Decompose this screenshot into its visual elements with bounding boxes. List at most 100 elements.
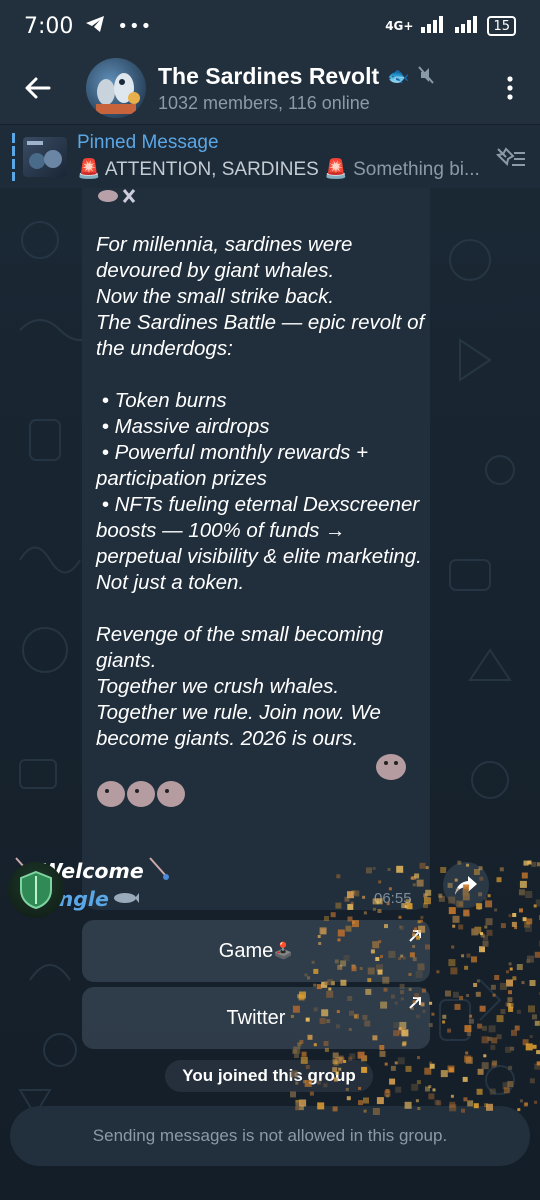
dissolve-pixel [508,962,512,966]
dissolve-pixel [479,1005,486,1012]
dissolve-pixel [320,929,326,935]
dissolve-pixel [500,923,506,929]
dissolve-pixel [375,957,380,961]
dissolve-pixel [319,1018,326,1024]
dissolve-pixel [385,1089,390,1093]
dissolve-pixel [423,893,428,898]
dissolve-pixel [526,918,533,925]
dissolve-pixel [415,1099,419,1103]
dissolve-pixel [399,1021,407,1029]
dissolve-pixel [364,1020,371,1027]
dissolve-pixel [473,1103,479,1109]
dissolve-pixel [525,891,533,898]
dissolve-pixel [466,1032,471,1036]
dissolve-pixel [386,902,390,906]
dissolve-pixel [384,924,388,929]
dissolve-pixel [411,930,415,934]
dissolve-pixel [290,1091,296,1098]
dissolve-pixel [404,1101,412,1109]
dissolve-pixel [522,917,527,922]
dissolve-pixel [516,1009,521,1014]
dissolve-pixel [487,894,491,898]
dissolve-pixel [485,918,493,926]
dissolve-pixel [469,1014,473,1018]
dissolve-pixel [412,883,416,887]
dissolve-pixel [412,933,416,937]
dissolve-pixel [508,990,512,995]
dissolve-pixel [462,889,469,896]
dissolve-pixel [304,1079,312,1087]
dissolve-pixel [507,1002,512,1007]
dissolve-pixel [386,1094,389,1098]
dissolve-pixel [529,1035,533,1038]
dissolve-pixel [477,1023,483,1029]
dissolve-pixel [330,912,336,918]
dissolve-pixel [301,1051,307,1057]
pixel-dissolve-effect [290,860,540,1115]
dissolve-pixel [521,872,528,879]
dissolve-pixel [299,1099,307,1107]
dissolve-pixel [454,878,458,882]
dissolve-pixel [367,967,375,975]
dissolve-pixel [292,1005,300,1013]
dissolve-pixel [378,880,382,884]
dissolve-pixel [388,887,392,891]
dissolve-pixel [390,994,395,999]
dissolve-pixel [390,1065,396,1071]
dissolve-pixel [313,983,317,987]
dissolve-pixel [350,901,354,905]
dissolve-pixel [471,956,477,963]
dissolve-pixel [425,866,429,870]
dissolve-pixel [294,1053,299,1058]
dissolve-pixel [300,1056,308,1064]
dissolve-pixel [511,921,517,927]
dissolve-pixel [406,903,413,910]
dissolve-pixel [422,1009,426,1013]
dissolve-pixel [402,956,406,960]
dissolve-pixel [365,988,372,995]
dissolve-pixel [420,1002,425,1007]
dissolve-pixel [447,882,453,888]
dissolve-pixel [401,1042,406,1047]
dissolve-pixel [523,860,529,866]
dissolve-pixel [466,994,470,997]
dissolve-pixel [358,1100,363,1106]
dissolve-pixel [349,1010,354,1016]
dissolve-pixel [362,1014,368,1020]
dissolve-pixel [394,1061,398,1065]
dissolve-pixel [317,1102,325,1110]
dissolve-pixel [448,896,456,904]
dissolve-pixel [512,976,517,981]
dissolve-pixel [479,946,485,953]
dissolve-pixel [333,1060,339,1066]
dissolve-pixel [532,1014,537,1020]
dissolve-pixel [351,966,357,972]
dissolve-pixel [425,944,430,950]
dissolve-pixel [452,924,456,928]
dissolve-pixel [480,932,484,936]
dissolve-pixel [412,957,417,962]
dissolve-pixel [305,1065,310,1069]
dissolve-pixel [450,967,458,975]
dissolve-pixel [482,940,489,947]
dissolve-pixel [416,935,421,940]
dissolve-pixel [354,1014,358,1018]
dissolve-pixel [459,995,464,1000]
dissolve-pixel [380,955,383,958]
dissolve-pixel [363,1097,369,1104]
dissolve-pixel [336,874,341,879]
dissolve-pixel [481,1062,489,1070]
dissolve-pixel [449,1101,456,1108]
dissolve-pixel [507,1081,514,1087]
dissolve-pixel [440,1070,448,1078]
dissolve-pixel [388,950,396,958]
dissolve-pixel [343,954,350,961]
dissolve-pixel [455,888,460,892]
dissolve-pixel [475,991,481,997]
dissolve-pixel [457,860,462,865]
dissolve-pixel [323,1083,328,1088]
dissolve-pixel [313,1007,318,1012]
dissolve-pixel [458,924,464,930]
dissolve-pixel [405,1065,412,1072]
dissolve-pixel [467,913,471,917]
